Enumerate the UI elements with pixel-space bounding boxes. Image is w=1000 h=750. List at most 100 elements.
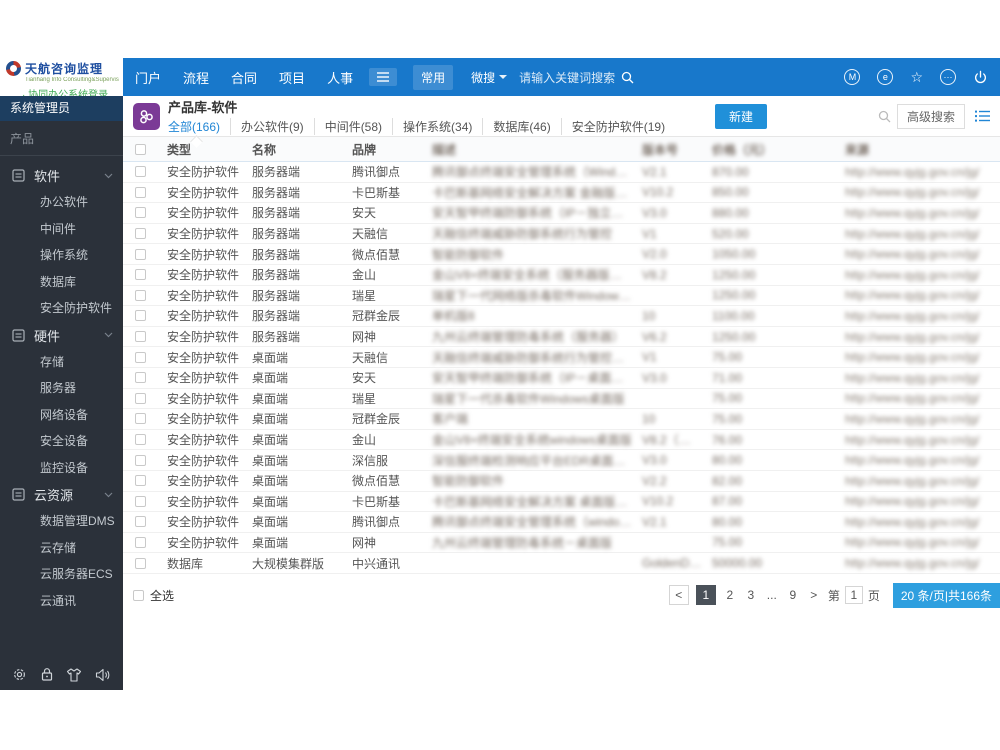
row-checkbox[interactable]: [134, 516, 146, 528]
row-checkbox[interactable]: [134, 228, 146, 240]
table-row[interactable]: 安全防护软件 服务器端 腾讯御点 腾讯御点终端安全管理系统（Windows版） …: [123, 162, 1000, 183]
col-name[interactable]: 名称: [242, 141, 342, 158]
table-row[interactable]: 安全防护软件 服务器端 金山 金山V8+终端安全系统（服务器版）Windows系…: [123, 265, 1000, 286]
table-row[interactable]: 安全防护软件 服务器端 网神 九州云终端管理防毒系统（服务器） V6.2 125…: [123, 327, 1000, 348]
table-row[interactable]: 安全防护软件 服务器端 冠群金辰 单机版8 10 1100.00 http://…: [123, 306, 1000, 327]
row-checkbox[interactable]: [134, 475, 146, 487]
row-checkbox[interactable]: [134, 310, 146, 322]
sidebar-subitem[interactable]: 监控设备: [0, 455, 123, 482]
category-tab[interactable]: 办公软件(9): [230, 118, 314, 135]
table-row[interactable]: 安全防护软件 服务器端 卡巴斯基 卡巴斯基网络安全解决方案 金融版（KL4… V…: [123, 183, 1000, 204]
nav-item[interactable]: 流程: [183, 68, 209, 87]
row-checkbox[interactable]: [134, 392, 146, 404]
m-badge-icon[interactable]: M: [844, 69, 861, 85]
sidebar-subitem[interactable]: 安全设备: [0, 428, 123, 455]
message-icon[interactable]: e: [877, 69, 894, 85]
table-row[interactable]: 安全防护软件 服务器端 瑞星 瑞星下一代网络版杀毒软件Windows服务器版 1…: [123, 286, 1000, 307]
select-all[interactable]: 全选: [133, 587, 174, 604]
advanced-search-button[interactable]: 高级搜索: [896, 103, 965, 129]
sidebar-group-header[interactable]: 云资源: [0, 481, 123, 508]
sidebar-subitem[interactable]: 数据管理DMS: [0, 508, 123, 535]
table-row[interactable]: 安全防护软件 桌面端 腾讯御点 腾讯御点终端安全管理系统（windows版）：V…: [123, 512, 1000, 533]
col-description[interactable]: 描述: [422, 141, 632, 158]
row-checkbox[interactable]: [134, 372, 146, 384]
advanced-search-input[interactable]: [777, 106, 872, 126]
sidebar-subitem[interactable]: 云服务器ECS: [0, 561, 123, 588]
sidebar-subitem[interactable]: 安全防护软件: [0, 295, 123, 322]
row-checkbox[interactable]: [134, 248, 146, 260]
category-tab[interactable]: 操作系统(34): [392, 118, 482, 135]
page-number[interactable]: 1: [695, 585, 716, 606]
table-row[interactable]: 安全防护软件 桌面端 深信服 深信服终端检测响应平台EDR桌面单元 V3.0 8…: [123, 450, 1000, 471]
global-search-input[interactable]: 请输入关键词搜索: [519, 69, 634, 86]
page-number[interactable]: ...: [765, 588, 779, 602]
col-brand[interactable]: 品牌: [342, 141, 422, 158]
row-checkbox[interactable]: [134, 413, 146, 425]
category-tab[interactable]: 安全防护软件(19): [560, 118, 675, 135]
row-checkbox[interactable]: [134, 331, 146, 343]
frequent-button[interactable]: 常用: [413, 64, 454, 90]
sidebar-subitem[interactable]: 服务器: [0, 375, 123, 402]
col-version[interactable]: 版本号: [632, 141, 702, 158]
table-row[interactable]: 安全防护软件 桌面端 冠群金辰 客户端 10 75.00 http://www.…: [123, 409, 1000, 430]
table-row[interactable]: 安全防护软件 桌面端 网神 九州云终端管理防毒系统－桌面版 75.00 http…: [123, 533, 1000, 554]
category-tab[interactable]: 全部(166): [168, 118, 230, 135]
row-checkbox[interactable]: [134, 186, 146, 198]
page-number[interactable]: 3: [744, 588, 758, 602]
header-checkbox[interactable]: [134, 143, 146, 155]
new-button[interactable]: 新建: [714, 103, 767, 129]
sidebar-group-header[interactable]: 硬件: [0, 322, 123, 349]
sidebar-subitem[interactable]: 存储: [0, 349, 123, 376]
col-price[interactable]: 价格（元）: [702, 141, 835, 158]
table-row[interactable]: 安全防护软件 桌面端 金山 金山V8+终端安全系统windows桌面版 V8.2…: [123, 430, 1000, 451]
prev-page-button[interactable]: <: [668, 585, 689, 606]
sidebar-subitem[interactable]: 网络设备: [0, 402, 123, 429]
table-row[interactable]: 安全防护软件 桌面端 天融信 天融信终端威胁防御系统行为管控（桌面） V1 75…: [123, 347, 1000, 368]
row-checkbox[interactable]: [134, 289, 146, 301]
table-row[interactable]: 安全防护软件 桌面端 瑞星 瑞星下一代杀毒软件Windows桌面版 75.00 …: [123, 389, 1000, 410]
row-checkbox[interactable]: [134, 434, 146, 446]
select-all-checkbox[interactable]: [133, 589, 144, 601]
power-icon[interactable]: [973, 70, 988, 85]
row-checkbox[interactable]: [134, 557, 146, 569]
row-checkbox[interactable]: [134, 495, 146, 507]
row-checkbox[interactable]: [134, 166, 146, 178]
table-row[interactable]: 安全防护软件 服务器端 微点佰慧 智能防御软件 V2.0 1050.00 htt…: [123, 244, 1000, 265]
list-view-icon[interactable]: [975, 110, 990, 122]
sidebar-subitem[interactable]: 操作系统: [0, 242, 123, 269]
table-row[interactable]: 安全防护软件 服务器端 天融信 天融信终端威胁防御系统行为管控 V1 520.0…: [123, 224, 1000, 245]
col-source[interactable]: 来源: [835, 141, 1000, 158]
table-row[interactable]: 安全防护软件 桌面端 卡巴斯基 卡巴斯基网络安全解决方案 桌面版（KL4） +C…: [123, 492, 1000, 513]
sidebar-subitem[interactable]: 云通讯: [0, 588, 123, 615]
table-row[interactable]: 安全防护软件 服务器端 安天 安天智甲终端防御系统（IP－独立版本） V3.0 …: [123, 203, 1000, 224]
nav-item[interactable]: 项目: [279, 68, 305, 87]
nav-item[interactable]: 合同: [231, 68, 257, 87]
settings-gear-icon[interactable]: [12, 667, 27, 682]
sound-speaker-icon[interactable]: [95, 668, 111, 682]
nav-item[interactable]: 人事: [327, 68, 353, 87]
nav-item[interactable]: 门户: [135, 68, 161, 87]
more-icon[interactable]: ···: [940, 69, 956, 85]
row-checkbox[interactable]: [134, 269, 146, 281]
sidebar-group-header[interactable]: 软件: [0, 162, 123, 189]
lock-icon[interactable]: [40, 667, 54, 682]
sidebar-subitem[interactable]: 数据库: [0, 269, 123, 296]
category-tab[interactable]: 中间件(58): [313, 118, 392, 135]
row-checkbox[interactable]: [134, 351, 146, 363]
page-number[interactable]: 9: [786, 588, 800, 602]
favorite-star-icon[interactable]: ☆: [910, 70, 923, 84]
jump-page-input[interactable]: 1: [844, 586, 863, 605]
table-row[interactable]: 安全防护软件 桌面端 微点佰慧 智能防御软件 V2.2 82.00 http:/…: [123, 471, 1000, 492]
row-checkbox[interactable]: [134, 454, 146, 466]
search-scope-dropdown[interactable]: 微搜: [471, 69, 508, 86]
row-checkbox[interactable]: [134, 207, 146, 219]
table-row[interactable]: 安全防护软件 桌面端 安天 安天智甲终端防御系统（IP－桌面版本） V3.0 7…: [123, 368, 1000, 389]
row-checkbox[interactable]: [134, 536, 146, 548]
sidebar-subitem[interactable]: 办公软件: [0, 189, 123, 216]
theme-shirt-icon[interactable]: [66, 667, 82, 682]
nav-menu-button[interactable]: [369, 68, 398, 86]
table-row[interactable]: 数据库 大规模集群版 中兴通讯 GoldenData s… 50000.00 h…: [123, 553, 1000, 574]
sidebar-subitem[interactable]: 云存储: [0, 535, 123, 562]
category-tab[interactable]: 数据库(46): [482, 118, 560, 135]
page-size-badge[interactable]: 20 条/页|共166条: [892, 582, 1000, 608]
